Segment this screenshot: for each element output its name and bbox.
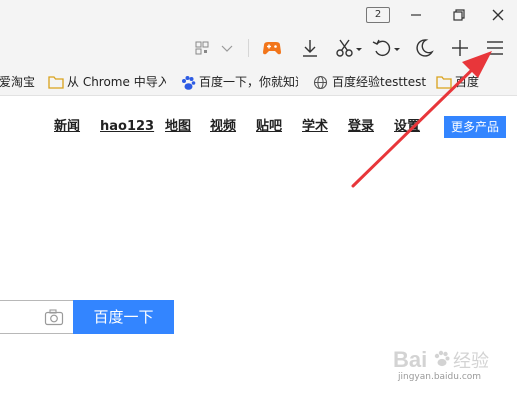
screenshot-button[interactable]: [332, 36, 364, 60]
address-dropdown-button[interactable]: [218, 36, 236, 60]
close-icon: [492, 9, 504, 21]
folder-icon: [48, 76, 64, 89]
restore-icon: [453, 9, 465, 21]
chevron-down-icon: [221, 45, 233, 52]
main-menu-button[interactable]: [483, 36, 507, 60]
download-button[interactable]: [298, 36, 322, 60]
game-button[interactable]: [260, 36, 284, 60]
nav-link-settings[interactable]: 设置: [394, 118, 420, 136]
restore-button[interactable]: [447, 4, 471, 26]
moon-icon: [416, 39, 434, 57]
toolbar-divider: [248, 39, 249, 57]
baidu-paw-icon: [182, 76, 196, 90]
plus-icon: [452, 40, 468, 56]
night-mode-button[interactable]: [412, 36, 436, 60]
nav-link-xueshu[interactable]: 学术: [302, 118, 328, 136]
watermark-url: jingyan.baidu.com: [398, 372, 482, 382]
image-search-button[interactable]: [44, 309, 64, 326]
gamepad-icon: [263, 42, 281, 55]
nav-link-video[interactable]: 视频: [210, 118, 236, 136]
download-icon: [303, 40, 317, 57]
bookmark-item[interactable]: 从 Chrome 中导入: [48, 73, 166, 91]
bookmark-label: 从 Chrome 中导入: [67, 75, 166, 89]
bookmarks-bar: 爱淘宝 从 Chrome 中导入 百度一下，你就知道 百度经验testtest …: [0, 67, 517, 96]
minimize-icon: [411, 14, 421, 16]
tab-count-badge[interactable]: 2: [366, 7, 390, 23]
hamburger-menu-icon: [487, 41, 503, 55]
bookmark-item[interactable]: 百度一下，你就知道: [180, 73, 298, 91]
bookmark-label: 爱淘宝: [0, 75, 36, 89]
bookmark-label: 百度: [455, 75, 480, 89]
nav-link-hao123[interactable]: hao123: [100, 118, 154, 136]
bookmark-item[interactable]: 爱淘宝: [0, 73, 38, 91]
folder-icon: [436, 76, 452, 89]
more-products-button[interactable]: 更多产品: [444, 116, 506, 138]
globe-icon: [313, 75, 328, 90]
search-submit-button[interactable]: 百度一下: [73, 300, 174, 334]
nav-link-tieba[interactable]: 贴吧: [256, 118, 282, 136]
bookmark-label: 百度经验testtest: [332, 75, 427, 89]
title-bar: 2: [0, 0, 517, 30]
watermark-brand: Bai: [393, 347, 427, 372]
undo-close-button[interactable]: [370, 36, 402, 60]
close-button[interactable]: [486, 4, 510, 26]
qr-code-button[interactable]: [192, 36, 212, 60]
bookmark-item[interactable]: 百度经验testtest: [313, 73, 428, 91]
scissors-icon: [336, 39, 362, 57]
browser-toolbar: [0, 30, 517, 67]
qr-code-icon: [195, 41, 209, 55]
new-tab-button[interactable]: [448, 36, 472, 60]
nav-link-map[interactable]: 地图: [165, 118, 191, 136]
watermark-brand-cn: 经验: [453, 351, 489, 372]
nav-link-news[interactable]: 新闻: [54, 118, 80, 136]
minimize-button[interactable]: [404, 4, 428, 26]
undo-icon: [372, 39, 400, 57]
camera-icon: [44, 309, 64, 326]
bookmark-label: 百度一下，你就知道: [199, 75, 298, 89]
bookmark-item[interactable]: 百度: [436, 73, 496, 91]
nav-link-login[interactable]: 登录: [348, 118, 374, 136]
